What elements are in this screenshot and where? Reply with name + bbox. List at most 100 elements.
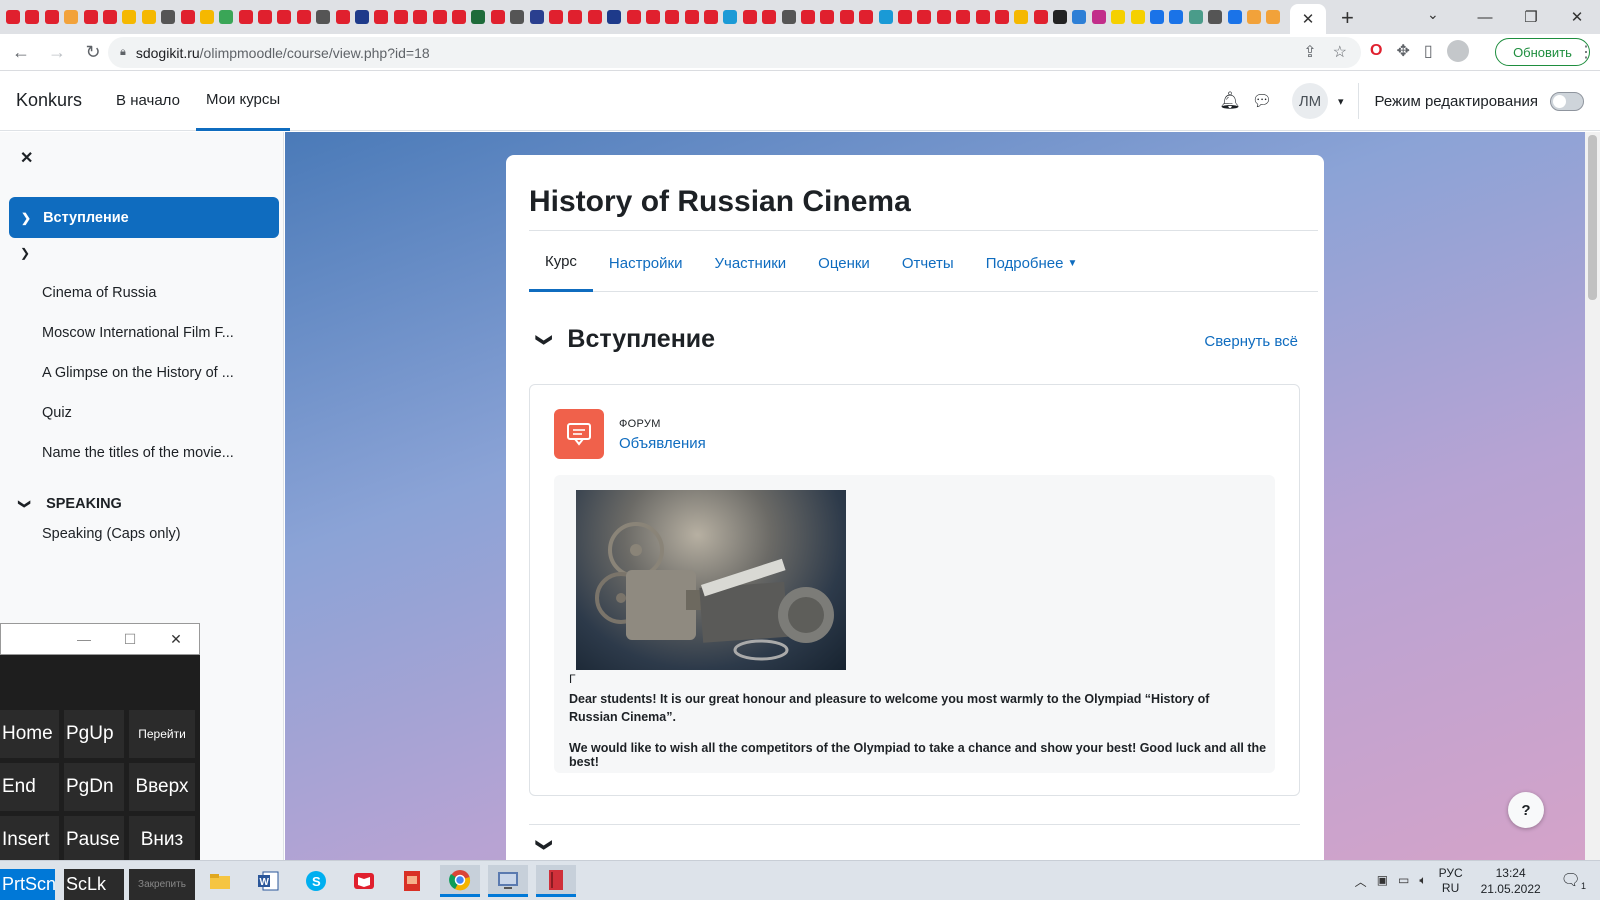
- drawer-item[interactable]: A Glimpse on the History of ...: [42, 365, 247, 381]
- skype-icon[interactable]: S: [296, 865, 336, 897]
- pinned-tab-favicon-icon[interactable]: [490, 10, 505, 24]
- minimize-window-button[interactable]: —: [1462, 0, 1508, 34]
- battery-icon[interactable]: ▭: [1398, 873, 1409, 890]
- chrome-menu-icon[interactable]: ⋮: [1578, 42, 1594, 62]
- chrome-icon[interactable]: [440, 865, 480, 897]
- clock[interactable]: 13:24 21.05.2022: [1481, 865, 1541, 897]
- tab-course[interactable]: Курс: [529, 235, 593, 292]
- tab-settings[interactable]: Настройки: [593, 235, 699, 292]
- pinned-tab-favicon-icon[interactable]: [180, 10, 195, 24]
- input-language[interactable]: РУС RU: [1439, 866, 1463, 896]
- close-icon[interactable]: ✕: [153, 631, 199, 648]
- chevron-down-icon[interactable]: ❯: [20, 246, 30, 260]
- pinned-tab-favicon-icon[interactable]: [6, 10, 20, 24]
- pinned-tab-favicon-icon[interactable]: [936, 10, 951, 24]
- pinned-tab-favicon-icon[interactable]: [122, 10, 137, 24]
- page-scrollbar[interactable]: [1585, 132, 1600, 860]
- pinned-tab-favicon-icon[interactable]: [64, 10, 79, 24]
- key-pause[interactable]: Pause: [64, 816, 124, 864]
- word-icon[interactable]: W: [248, 865, 288, 897]
- pinned-tab-favicon-icon[interactable]: [102, 10, 117, 24]
- key-goto[interactable]: Перейти: [129, 710, 195, 758]
- scrollbar-thumb[interactable]: [1588, 135, 1597, 300]
- pinned-tab-favicon-icon[interactable]: [1053, 10, 1068, 24]
- side-panel-icon[interactable]: ▯: [1424, 41, 1433, 61]
- drawer-section-active[interactable]: ❯ Вступление: [9, 197, 279, 238]
- chevron-down-icon[interactable]: ❯: [535, 838, 555, 851]
- volume-icon[interactable]: 🔈︎: [1419, 873, 1426, 890]
- pinned-tab-favicon-icon[interactable]: [1169, 10, 1184, 24]
- activity-link[interactable]: Объявления: [619, 435, 706, 452]
- pinned-tab-favicon-icon[interactable]: [917, 10, 932, 24]
- book-app-icon[interactable]: [536, 865, 576, 897]
- help-button[interactable]: ?: [1508, 792, 1544, 828]
- pinned-tab-favicon-icon[interactable]: [704, 10, 719, 24]
- user-avatar[interactable]: ЛМ: [1292, 83, 1328, 119]
- close-drawer-icon[interactable]: ✕: [20, 148, 33, 168]
- device-icon[interactable]: ▣: [1377, 873, 1388, 890]
- pinned-tab-favicon-icon[interactable]: [510, 10, 525, 24]
- site-brand[interactable]: Konkurs: [16, 90, 82, 111]
- pinned-tab-favicon-icon[interactable]: [374, 10, 389, 24]
- pinned-tab-favicon-icon[interactable]: [1033, 10, 1048, 24]
- close-tab-icon[interactable]: ✕: [1302, 10, 1315, 28]
- maximize-icon[interactable]: ☐: [107, 631, 153, 648]
- screen-app-icon[interactable]: [488, 865, 528, 897]
- key-up[interactable]: Вверх: [129, 763, 195, 811]
- pinned-tab-favicon-icon[interactable]: [296, 10, 311, 24]
- pinned-tab-favicon-icon[interactable]: [839, 10, 854, 24]
- pdf-app-icon[interactable]: [392, 865, 432, 897]
- pinned-tab-favicon-icon[interactable]: [355, 10, 370, 24]
- pinned-tab-favicon-icon[interactable]: [335, 10, 350, 24]
- minimize-icon[interactable]: —: [61, 631, 107, 647]
- pinned-tab-favicon-icon[interactable]: [471, 10, 486, 24]
- pinned-tab-favicon-icon[interactable]: [44, 10, 59, 24]
- bookmark-star-icon[interactable]: ☆: [1333, 42, 1347, 62]
- pinned-tab-favicon-icon[interactable]: [393, 10, 408, 24]
- drawer-item[interactable]: Quiz: [42, 405, 247, 421]
- pinned-tab-favicon-icon[interactable]: [1014, 10, 1029, 24]
- pinned-tab-favicon-icon[interactable]: [1150, 10, 1165, 24]
- chevron-down-icon[interactable]: ▾: [1338, 95, 1344, 108]
- active-tab[interactable]: ✕: [1290, 4, 1326, 34]
- restore-window-button[interactable]: ❐: [1508, 0, 1554, 34]
- pinned-tab-favicon-icon[interactable]: [413, 10, 428, 24]
- key-insert[interactable]: Insert: [0, 816, 59, 864]
- key-pgdn[interactable]: PgDn: [64, 763, 124, 811]
- pinned-tab-favicon-icon[interactable]: [684, 10, 699, 24]
- drawer-item[interactable]: Speaking (Caps only): [42, 526, 247, 542]
- tab-search-icon[interactable]: ⌄: [1427, 6, 1439, 23]
- pinned-tab-favicon-icon[interactable]: [199, 10, 214, 24]
- messages-chat-icon[interactable]: 💬︎: [1246, 91, 1278, 111]
- pinned-tab-favicon-icon[interactable]: [1130, 10, 1145, 24]
- pinned-tab-favicon-icon[interactable]: [141, 10, 156, 24]
- pinned-tab-favicon-icon[interactable]: [762, 10, 777, 24]
- tab-reports[interactable]: Отчеты: [886, 235, 970, 292]
- edit-mode-toggle[interactable]: [1550, 91, 1584, 111]
- update-chrome-button[interactable]: Обновить: [1495, 38, 1590, 66]
- pinned-tab-favicon-icon[interactable]: [626, 10, 641, 24]
- file-explorer-icon[interactable]: [200, 865, 240, 897]
- pinned-tab-favicon-icon[interactable]: [316, 10, 331, 24]
- share-icon[interactable]: ⇪: [1303, 42, 1316, 62]
- key-end[interactable]: End: [0, 763, 59, 811]
- pinned-tab-favicon-icon[interactable]: [529, 10, 544, 24]
- notification-center-icon[interactable]: 🗨︎1: [1561, 870, 1586, 891]
- tab-grades[interactable]: Оценки: [802, 235, 886, 292]
- key-sclk[interactable]: ScLk: [64, 869, 124, 900]
- pinned-tab-favicon-icon[interactable]: [258, 10, 273, 24]
- drawer-item[interactable]: Name the titles of the movie...: [42, 445, 247, 461]
- pinned-tab-favicon-icon[interactable]: [1111, 10, 1126, 24]
- pinned-tab-favicon-icon[interactable]: [897, 10, 912, 24]
- pinned-tab-favicon-icon[interactable]: [451, 10, 466, 24]
- nav-home-link[interactable]: В начало: [116, 71, 180, 131]
- lock-icon[interactable]: 🔒︎: [120, 46, 126, 59]
- key-pin[interactable]: Закрепить: [129, 869, 195, 900]
- pinned-tab-favicon-icon[interactable]: [878, 10, 893, 24]
- pinned-tab-favicon-icon[interactable]: [956, 10, 971, 24]
- pinned-tab-favicon-icon[interactable]: [742, 10, 757, 24]
- pinned-tab-favicon-icon[interactable]: [161, 10, 176, 24]
- key-pgup[interactable]: PgUp: [64, 710, 124, 758]
- pinned-tab-favicon-icon[interactable]: [432, 10, 447, 24]
- notifications-bell-icon[interactable]: 🔔︎: [1214, 91, 1246, 111]
